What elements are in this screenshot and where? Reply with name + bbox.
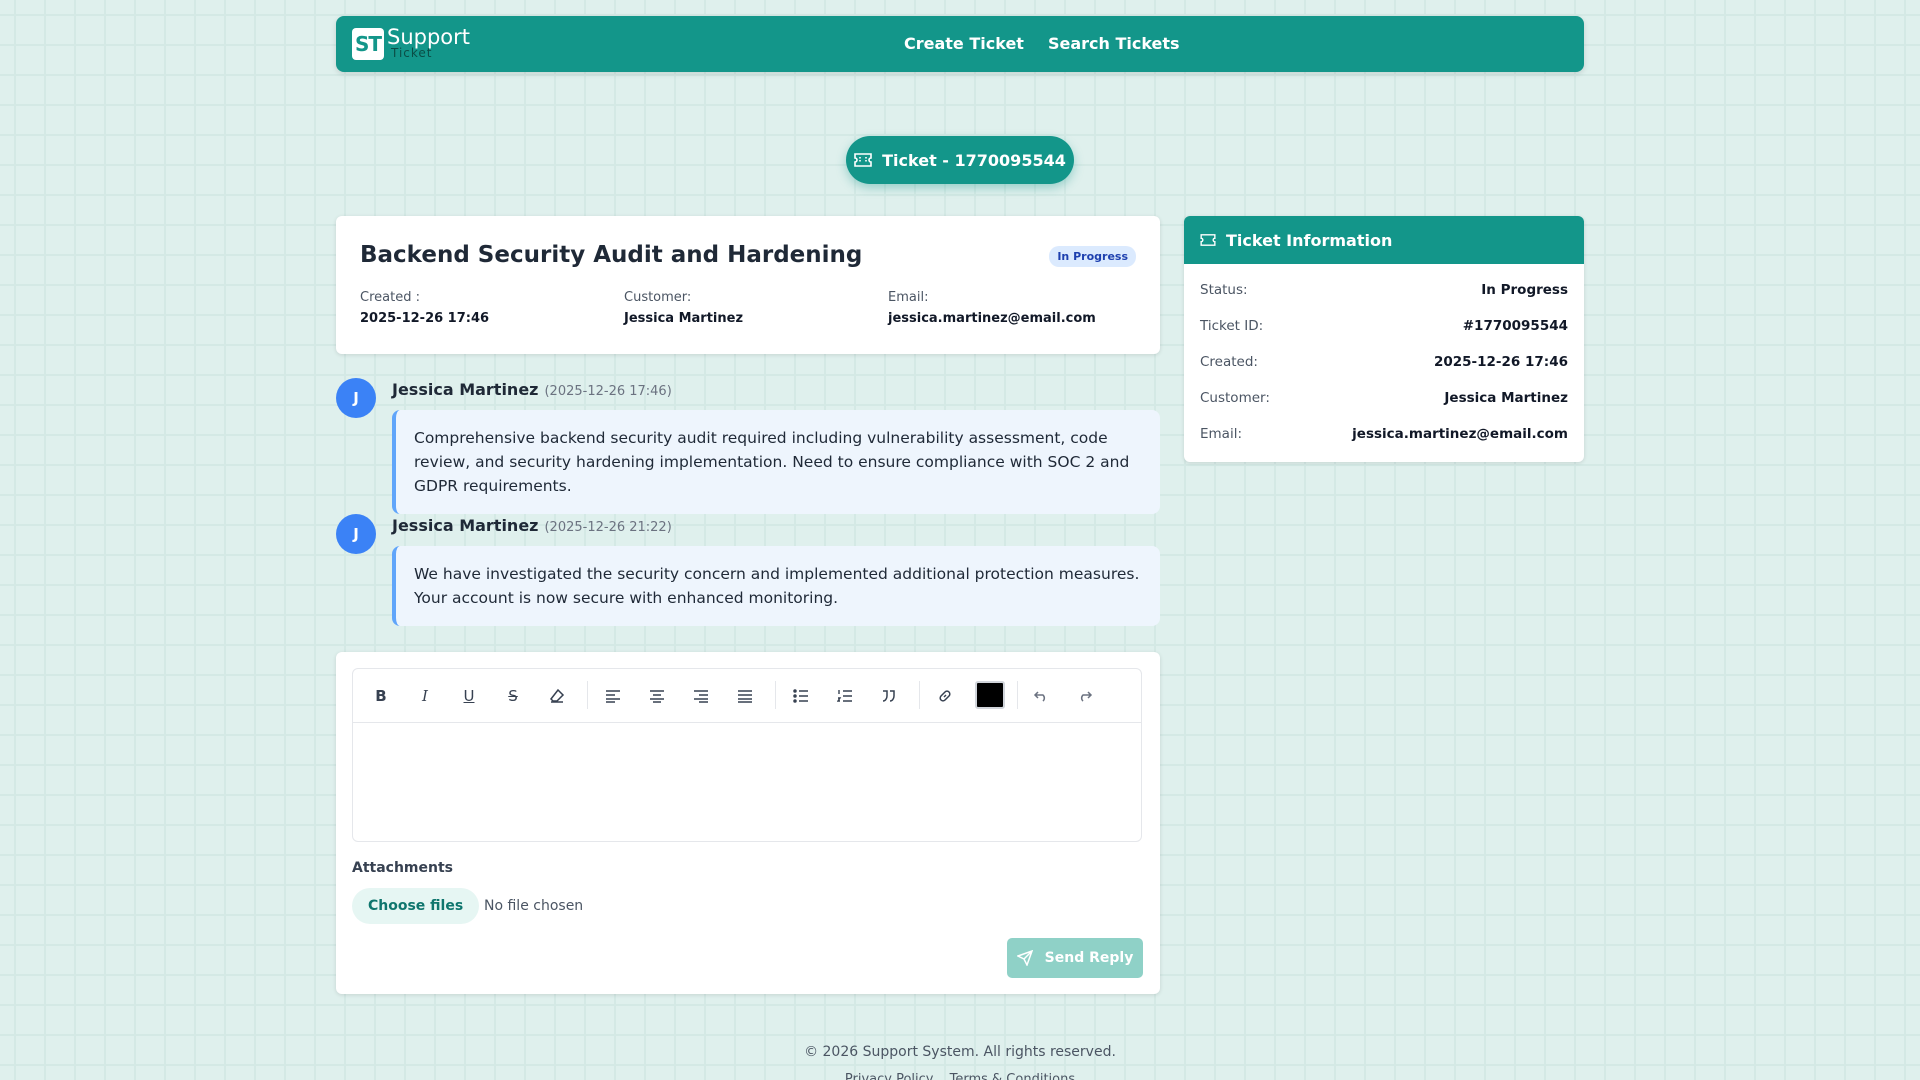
info-row-ticket-id: Ticket ID: #1770095544 [1200,318,1568,334]
ticket-summary-card: Backend Security Audit and Hardening In … [336,216,1160,354]
created-label: Created : [360,290,420,305]
send-reply-label: Send Reply [1044,950,1134,966]
message-time: (2025-12-26 21:22) [544,520,672,535]
email-meta: Email: jessica.martinez@email.com [888,290,1096,326]
send-reply-button[interactable]: Send Reply [1007,938,1143,978]
toolbar-divider [775,681,776,709]
underline-icon[interactable]: U [457,684,481,708]
no-file-text: No file chosen [484,898,584,914]
logo[interactable]: ST Support Ticket [352,25,477,62]
message-item: J Jessica Martinez (2025-12-26 17:46) Com… [336,378,1160,514]
bullet-list-icon[interactable] [789,684,813,708]
nav-search-tickets[interactable]: Search Tickets [1048,34,1180,53]
message-header: Jessica Martinez (2025-12-26 17:46) [392,380,672,399]
info-value: #1770095544 [1462,318,1568,334]
ticket-info-header: Ticket Information [1184,216,1584,264]
message-body: We have investigated the security concer… [392,546,1160,626]
footer-links: Privacy Policy Terms & Conditions [0,1072,1920,1080]
customer-meta: Customer: Jessica Martinez [624,290,743,326]
created-value: 2025-12-26 17:46 [360,311,490,326]
info-label: Created: [1200,354,1258,370]
bold-icon[interactable]: B [369,684,393,708]
info-label: Status: [1200,282,1248,298]
created-meta: Created : 2025-12-26 17:46 [360,290,489,326]
attachments-label: Attachments [352,860,454,876]
reply-editor-content[interactable] [353,723,1141,841]
ordered-list-icon[interactable] [833,684,857,708]
customer-value: Jessica Martinez [624,311,744,326]
strikethrough-icon[interactable]: S [501,684,525,708]
choose-files-button[interactable]: Choose files [352,888,480,924]
editor-toolbar: B I U S [353,669,1141,723]
text-color-icon[interactable] [975,681,1005,709]
info-label: Customer: [1200,390,1270,406]
top-navbar: ST Support Ticket Create Ticket Search T… [336,16,1584,72]
message-author: Jessica Martinez [392,380,539,399]
ticket-info-title: Ticket Information [1226,230,1393,250]
info-label: Ticket ID: [1200,318,1264,334]
align-right-icon[interactable] [689,684,713,708]
reply-card: B I U S Attachments Choose files No file… [336,652,1160,994]
rich-text-editor: B I U S [352,668,1142,842]
main-nav: Create Ticket Search Tickets [904,34,1180,53]
info-row-email: Email: jessica.martinez@email.com [1200,426,1568,442]
ticket-pill-label: Ticket - 1770095544 [882,150,1066,170]
email-value: jessica.martinez@email.com [888,311,1096,326]
align-justify-icon[interactable] [733,684,757,708]
info-value: jessica.martinez@email.com [1352,426,1568,442]
ticket-info-panel: Ticket Information Status: In Progress T… [1184,216,1584,462]
nav-create-ticket[interactable]: Create Ticket [904,34,1024,53]
message-author: Jessica Martinez [392,516,539,535]
info-label: Email: [1200,426,1243,442]
send-icon [1016,950,1033,966]
toolbar-divider [1017,681,1018,709]
customer-label: Customer: [624,290,692,305]
italic-icon[interactable]: I [413,684,437,708]
align-center-icon[interactable] [645,684,669,708]
ticket-icon [1200,234,1216,246]
logo-badge: ST [352,28,384,60]
align-left-icon[interactable] [601,684,625,708]
avatar: J [336,378,376,418]
toolbar-divider [587,681,588,709]
privacy-policy-link[interactable]: Privacy Policy [845,1072,934,1080]
ticket-id-pill: Ticket - 1770095544 [846,136,1074,184]
message-header: Jessica Martinez (2025-12-26 21:22) [392,516,672,535]
quote-icon[interactable] [877,684,901,708]
redo-icon[interactable] [1073,684,1097,708]
link-icon[interactable] [933,684,957,708]
ticket-title: Backend Security Audit and Hardening [360,242,863,268]
info-value: Jessica Martinez [1444,390,1568,406]
logo-subtitle: Ticket [391,46,433,60]
email-label: Email: [888,290,929,305]
clear-format-icon[interactable] [545,684,569,708]
message-time: (2025-12-26 17:46) [544,384,672,399]
undo-icon[interactable] [1029,684,1053,708]
status-badge: In Progress [1049,246,1136,267]
info-value: In Progress [1481,282,1568,298]
ticket-icon [854,153,872,167]
info-value: 2025-12-26 17:46 [1433,354,1568,370]
footer-copyright: © 2026 Support System. All rights reserv… [804,1044,1116,1060]
toolbar-divider [919,681,920,709]
message-body: Comprehensive backend security audit req… [392,410,1160,514]
info-row-created: Created: 2025-12-26 17:46 [1200,354,1568,370]
info-row-customer: Customer: Jessica Martinez [1200,390,1568,406]
info-row-status: Status: In Progress [1200,282,1568,298]
avatar: J [336,514,376,554]
message-item: J Jessica Martinez (2025-12-26 21:22) We … [336,514,1160,626]
terms-link[interactable]: Terms & Conditions [950,1072,1076,1080]
